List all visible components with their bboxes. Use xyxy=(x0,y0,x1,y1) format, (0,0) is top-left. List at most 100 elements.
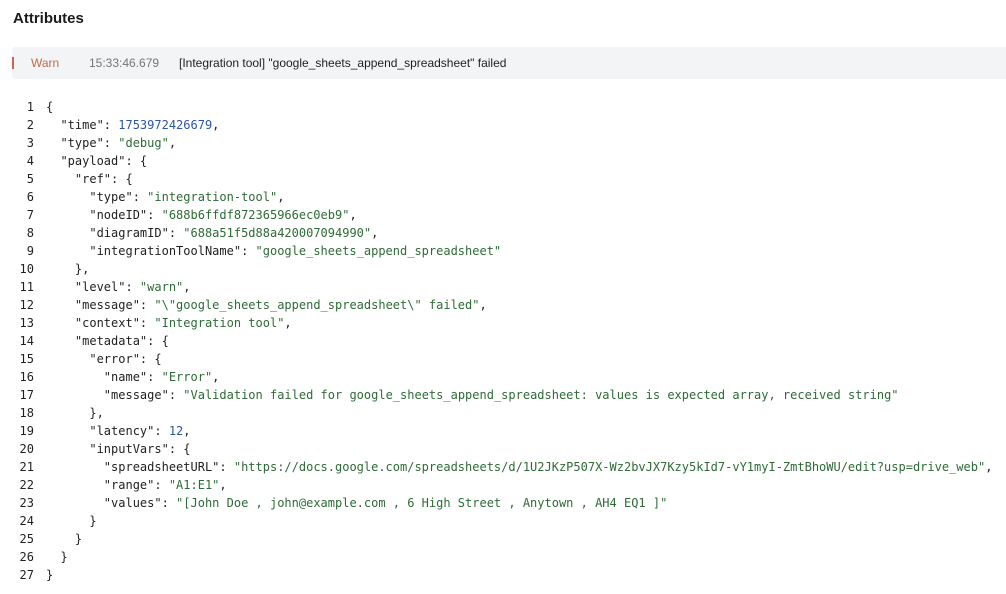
line-number: 7 xyxy=(26,208,34,222)
line-content: "context": "Integration tool", xyxy=(46,314,292,332)
json-punctuation-token: , xyxy=(277,190,285,204)
json-punctuation-token: "metadata": { xyxy=(46,334,169,348)
line-number: 22 xyxy=(19,478,34,492)
json-punctuation-token: "ref": { xyxy=(46,172,133,186)
json-punctuation-token: "name": xyxy=(46,370,162,384)
code-line: 16 "name": "Error", xyxy=(0,368,1006,386)
line-number: 20 xyxy=(19,442,34,456)
json-string-token: "688b6ffdf872365966ec0eb9" xyxy=(161,208,350,222)
line-content: "metadata": { xyxy=(46,332,169,350)
line-content: "nodeID": "688b6ffdf872365966ec0eb9", xyxy=(46,206,357,224)
log-timestamp: 15:33:46.679 xyxy=(89,56,160,70)
json-punctuation-token: } xyxy=(46,532,83,546)
line-content: "message": "\"google_sheets_append_sprea… xyxy=(46,296,487,314)
code-line: 3 "type": "debug", xyxy=(0,134,1006,152)
log-entry-row[interactable]: Warn 15:33:46.679 [Integration tool] "go… xyxy=(12,47,1006,79)
log-message: [Integration tool] "google_sheets_append… xyxy=(179,56,507,70)
line-number: 23 xyxy=(19,496,34,510)
json-punctuation-token: , xyxy=(284,316,292,330)
json-number-token: 1753972426679 xyxy=(118,118,213,132)
line-content: "latency": 12, xyxy=(46,422,191,440)
line-content: } xyxy=(46,548,68,566)
json-punctuation-token: }, xyxy=(46,406,104,420)
line-number: 1 xyxy=(26,100,34,114)
line-content: "diagramID": "688a51f5d88a420007094990", xyxy=(46,224,378,242)
code-line: 17 "message": "Validation failed for goo… xyxy=(0,386,1006,404)
json-punctuation-token: } xyxy=(46,514,97,528)
line-number: 4 xyxy=(26,154,34,168)
line-number: 14 xyxy=(19,334,34,348)
json-punctuation-token: "values": xyxy=(46,496,177,510)
code-line: 22 "range": "A1:E1", xyxy=(0,476,1006,494)
json-punctuation-token: "spreadsheetURL": xyxy=(46,460,234,474)
line-content: "message": "Validation failed for google… xyxy=(46,386,899,404)
log-level-label: Warn xyxy=(31,56,60,70)
code-line: 14 "metadata": { xyxy=(0,332,1006,350)
code-line: 6 "type": "integration-tool", xyxy=(0,188,1006,206)
code-line: 5 "ref": { xyxy=(0,170,1006,188)
line-content: "level": "warn", xyxy=(46,278,191,296)
code-line: 21 "spreadsheetURL": "https://docs.googl… xyxy=(0,458,1006,476)
line-content: "time": 1753972426679, xyxy=(46,116,219,134)
json-punctuation-token: "inputVars": { xyxy=(46,442,191,456)
line-number: 12 xyxy=(19,298,34,312)
line-content: "type": "integration-tool", xyxy=(46,188,284,206)
code-line: 27} xyxy=(0,566,1006,584)
line-number: 2 xyxy=(26,118,34,132)
code-line: 1{ xyxy=(0,98,1006,116)
json-punctuation-token: }, xyxy=(46,262,90,276)
line-content: "spreadsheetURL": "https://docs.google.c… xyxy=(46,458,993,476)
line-number: 8 xyxy=(26,226,34,240)
json-punctuation-token: { xyxy=(46,100,54,114)
json-punctuation-token: "diagramID": xyxy=(46,226,184,240)
json-punctuation-token: "type": xyxy=(46,136,119,150)
code-line: 20 "inputVars": { xyxy=(0,440,1006,458)
line-number: 11 xyxy=(19,280,34,294)
line-number: 25 xyxy=(19,532,34,546)
json-punctuation-token: "latency": xyxy=(46,424,169,438)
json-code-viewer: 1{2 "time": 1753972426679, 3 "type": "deb… xyxy=(0,98,1006,584)
line-number: 13 xyxy=(19,316,34,330)
code-line: 12 "message": "\"google_sheets_append_sp… xyxy=(0,296,1006,314)
code-line: 15 "error": { xyxy=(0,350,1006,368)
code-line: 19 "latency": 12, xyxy=(0,422,1006,440)
json-punctuation-token: , xyxy=(349,208,357,222)
json-punctuation-token: "message": xyxy=(46,298,155,312)
json-punctuation-token: "payload": { xyxy=(46,154,148,168)
json-string-token: "Error" xyxy=(161,370,213,384)
line-number: 16 xyxy=(19,370,34,384)
line-number: 27 xyxy=(19,568,34,582)
json-string-token: "\"google_sheets_append_spreadsheet\" fa… xyxy=(154,298,480,312)
line-content: "inputVars": { xyxy=(46,440,191,458)
line-content: }, xyxy=(46,404,104,422)
line-content: "type": "debug", xyxy=(46,134,176,152)
code-line: 10 }, xyxy=(0,260,1006,278)
line-content: "name": "Error", xyxy=(46,368,220,386)
line-number: 15 xyxy=(19,352,34,366)
line-number: 10 xyxy=(19,262,34,276)
line-content: "integrationToolName": "google_sheets_ap… xyxy=(46,242,501,260)
json-string-token: "warn" xyxy=(139,280,184,294)
json-punctuation-token: , xyxy=(212,118,220,132)
json-punctuation-token: , xyxy=(985,460,993,474)
json-string-token: "A1:E1" xyxy=(168,478,220,492)
json-punctuation-token: } xyxy=(46,550,68,564)
line-number: 21 xyxy=(19,460,34,474)
json-string-token: "688a51f5d88a420007094990" xyxy=(183,226,372,240)
code-line: 26 } xyxy=(0,548,1006,566)
code-line: 9 "integrationToolName": "google_sheets_… xyxy=(0,242,1006,260)
code-line: 24 } xyxy=(0,512,1006,530)
json-punctuation-token: "level": xyxy=(46,280,140,294)
code-line: 4 "payload": { xyxy=(0,152,1006,170)
json-punctuation-token: , xyxy=(479,298,487,312)
code-line: 23 "values": "[John Doe , john@example.c… xyxy=(0,494,1006,512)
code-line: 11 "level": "warn", xyxy=(0,278,1006,296)
line-content: "ref": { xyxy=(46,170,133,188)
line-content: "error": { xyxy=(46,350,162,368)
json-punctuation-token: , xyxy=(219,478,227,492)
json-punctuation-token: , xyxy=(212,370,220,384)
line-content: { xyxy=(46,98,53,116)
json-punctuation-token: , xyxy=(183,424,191,438)
json-punctuation-token: "error": { xyxy=(46,352,162,366)
json-punctuation-token: "nodeID": xyxy=(46,208,162,222)
